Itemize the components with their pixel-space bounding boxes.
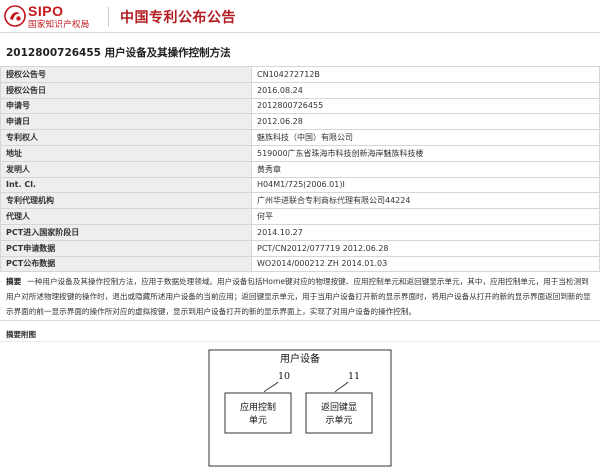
- info-row-label: 专利代理机构: [0, 192, 252, 210]
- box2-line2: 示单元: [325, 414, 352, 426]
- sipo-emblem-icon: [4, 5, 26, 27]
- header-separator: [108, 7, 109, 27]
- info-row-value: WO2014/000212 ZH 2014.01.03: [251, 255, 600, 273]
- info-row: Int. Cl. H04M1/725(2006.01)I: [0, 176, 600, 194]
- app-control-unit-box: [224, 392, 292, 434]
- sipo-logo[interactable]: SIPO 国家知识产权局: [4, 3, 104, 30]
- abstract-section: 摘要 一种用户设备及其操作控制方法，应用于数据处理领域。用户设备包括Home键对应…: [6, 274, 596, 319]
- abstract-text: 一种用户设备及其操作控制方法，应用于数据处理领域。用户设备包括Home键对应的物…: [6, 277, 591, 316]
- info-row-value: H04M1/725(2006.01)I: [251, 176, 600, 194]
- info-row: 专利代理机构 广州华进联合专利商标代理有限公司44224: [0, 192, 600, 210]
- info-row-value: PCT/CN2012/077719 2012.06.28: [251, 239, 600, 257]
- figure-section-label: 摘要附图: [6, 330, 36, 339]
- info-row-value: 黄秀章: [251, 160, 600, 178]
- back-key-display-unit-box: [305, 392, 373, 434]
- info-row-label: 申请号: [0, 97, 252, 115]
- info-row: 授权公告日 2016.08.24: [0, 81, 600, 99]
- info-row-value: 2012800726455: [251, 97, 600, 115]
- abstract-label: 摘要: [6, 277, 22, 286]
- site-header: SIPO 国家知识产权局 中国专利公布公告: [0, 0, 600, 33]
- info-row-label: PCT进入国家阶段日: [0, 223, 252, 241]
- info-row-value: 2014.10.27: [251, 223, 600, 241]
- box1-number: 10: [278, 371, 290, 382]
- device-label: 用户设备: [280, 352, 320, 365]
- patent-info-table: 授权公告号 CN104272712B 授权公告日 2016.08.24 申请号 20128…: [0, 66, 600, 273]
- info-row-label: 授权公告号: [0, 66, 252, 83]
- info-row-label: 代理人: [0, 208, 252, 225]
- box2-number: 11: [348, 371, 360, 382]
- info-row: 授权公告号 CN104272712B: [0, 66, 600, 83]
- block-diagram: 用户设备 10 应用控制 单元 11 返回键显 示单元: [208, 349, 392, 467]
- info-row-label: Int. Cl.: [0, 176, 252, 194]
- info-row: PCT进入国家阶段日 2014.10.27: [0, 223, 600, 241]
- info-row-label: 发明人: [0, 160, 252, 178]
- info-row-value: CN104272712B: [251, 66, 600, 83]
- info-row-value: 魅族科技（中国）有限公司: [251, 129, 600, 146]
- box2-line1: 返回键显: [321, 401, 357, 413]
- info-row-label: 申请日: [0, 113, 252, 131]
- figure-divider: [0, 341, 600, 342]
- logo-org-text: 国家知识产权局: [28, 20, 90, 30]
- logo-sipo-text: SIPO: [28, 3, 64, 19]
- info-row-value: 2012.06.28: [251, 113, 600, 131]
- info-row: 申请日 2012.06.28: [0, 113, 600, 131]
- site-title[interactable]: 中国专利公布公告: [120, 7, 236, 27]
- info-row-value: 2016.08.24: [251, 81, 600, 99]
- info-row-label: 地址: [0, 144, 252, 162]
- info-row-label: PCT公布数据: [0, 255, 252, 273]
- info-row: 代理人 何平: [0, 208, 600, 225]
- box1-line2: 单元: [249, 414, 267, 426]
- info-row-value: 519000广东省珠海市科技创新海岸魅族科技楼: [251, 144, 600, 162]
- box1-line1: 应用控制: [240, 401, 276, 413]
- info-row: PCT公布数据 WO2014/000212 ZH 2014.01.03: [0, 255, 600, 273]
- abstract-figure[interactable]: 用户设备 10 应用控制 单元 11 返回键显 示单元: [208, 346, 392, 467]
- section-divider: [0, 320, 600, 321]
- info-row-value: 广州华进联合专利商标代理有限公司44224: [251, 192, 600, 210]
- info-row: 专利权人 魅族科技（中国）有限公司: [0, 129, 600, 146]
- info-row-label: PCT申请数据: [0, 239, 252, 257]
- info-row: 发明人 黄秀章: [0, 160, 600, 178]
- info-row: PCT申请数据 PCT/CN2012/077719 2012.06.28: [0, 239, 600, 257]
- info-row: 地址 519000广东省珠海市科技创新海岸魅族科技楼: [0, 144, 600, 162]
- publication-title: 2012800726455 用户设备及其操作控制方法: [6, 47, 231, 59]
- info-row-value: 何平: [251, 208, 600, 225]
- info-row: 申请号 2012800726455: [0, 97, 600, 115]
- info-row-label: 授权公告日: [0, 81, 252, 99]
- info-row-label: 专利权人: [0, 129, 252, 146]
